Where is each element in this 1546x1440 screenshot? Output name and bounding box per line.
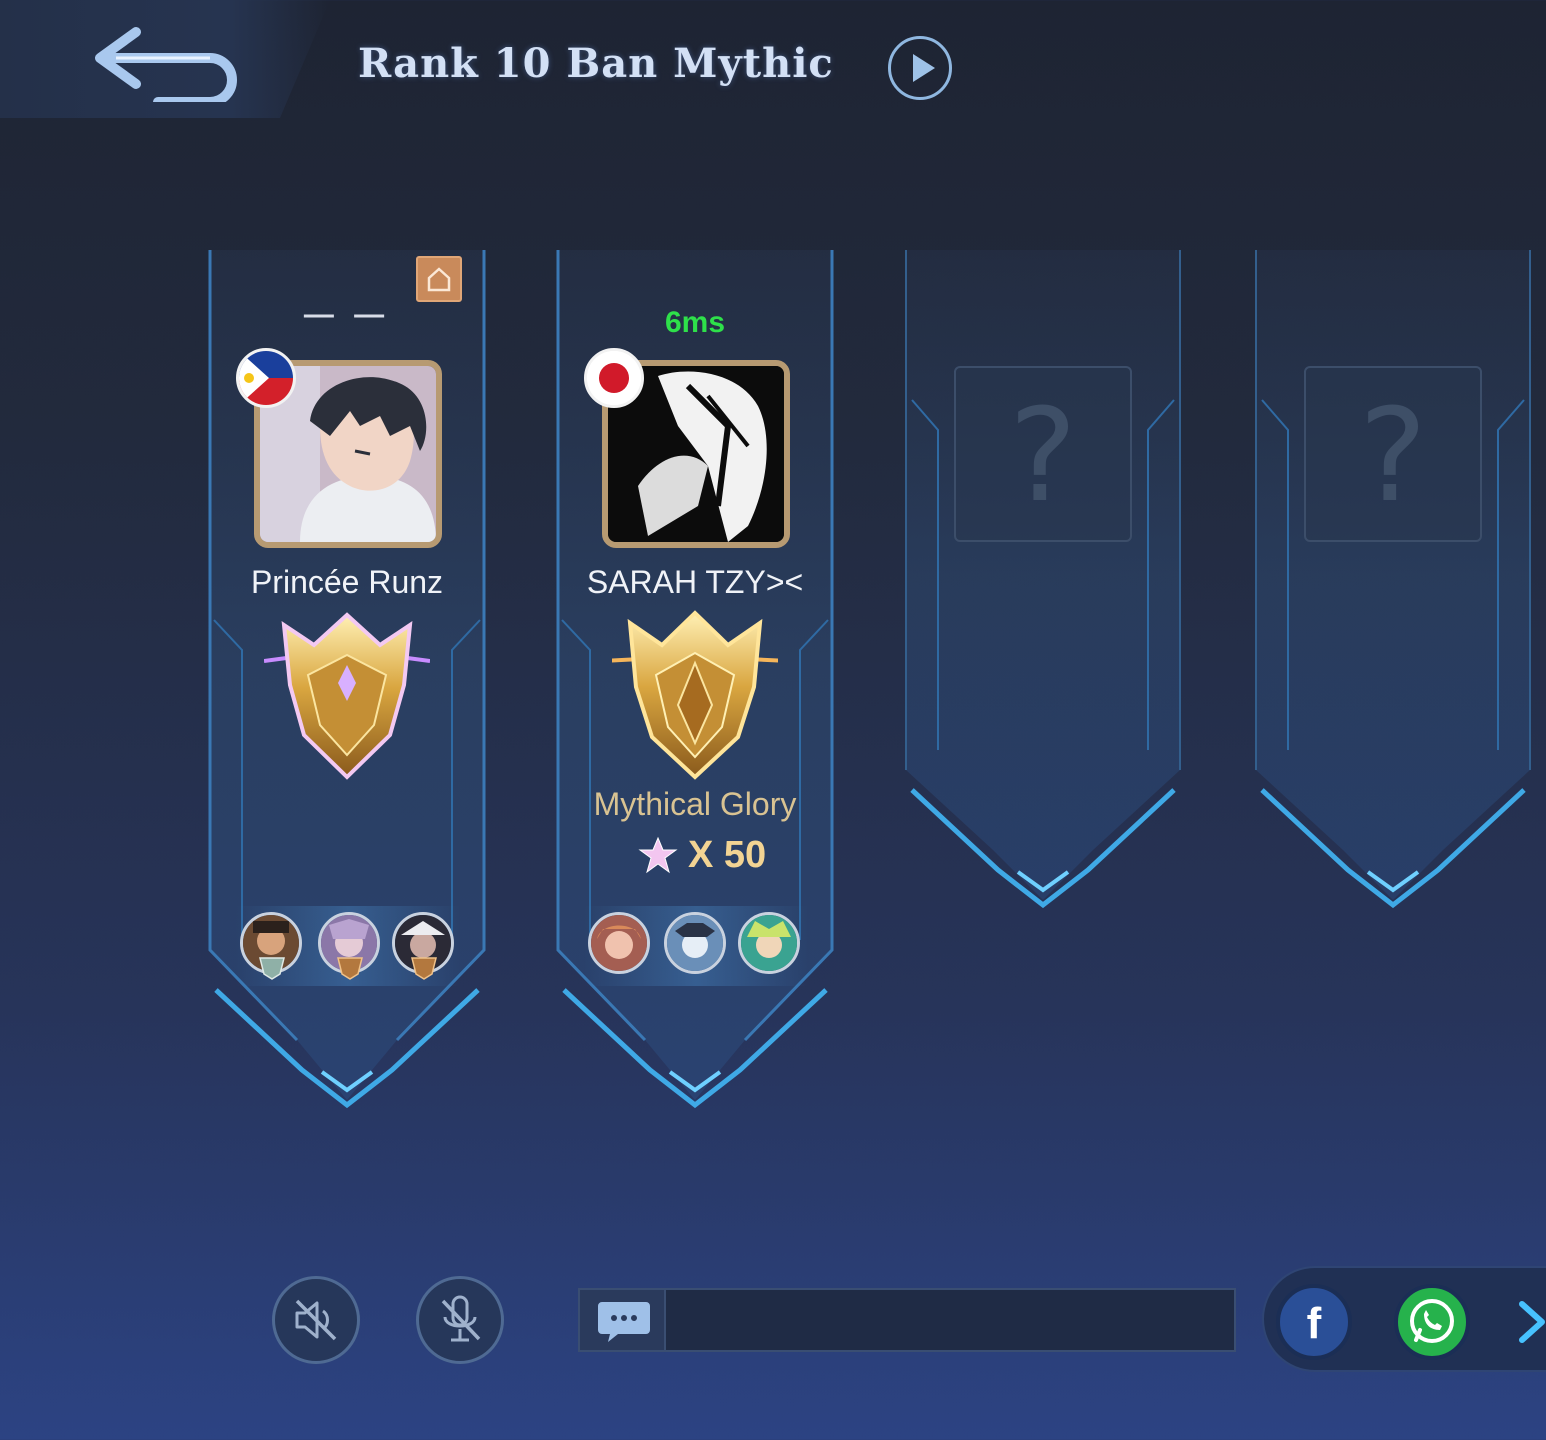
page-title: Rank 10 Ban Mythic: [358, 40, 834, 87]
ping-value: — —: [303, 298, 391, 331]
japan-flag-icon: [587, 351, 641, 405]
player-name: SARAH TZY><: [586, 564, 804, 600]
hero-medal-icon: [259, 957, 285, 980]
mic-muted-icon: [441, 1295, 481, 1342]
hero-medal-icon: [337, 957, 363, 980]
home-badge: [416, 256, 462, 302]
back-arrow-icon: [95, 27, 237, 102]
player-name: Princée Runz: [250, 564, 444, 600]
empty-player-slot[interactable]: ?: [1304, 366, 1482, 542]
chat-bar[interactable]: [578, 1288, 1236, 1352]
whatsapp-icon: [1410, 1299, 1454, 1343]
facebook-icon: f: [1307, 1299, 1322, 1348]
hero-icon[interactable]: [588, 912, 650, 974]
country-flag-japan: [584, 348, 644, 408]
country-flag-philippines: [236, 348, 296, 408]
chevron-right-icon[interactable]: [1514, 1300, 1546, 1344]
hero-medal-icon: [411, 957, 437, 980]
hero-icon[interactable]: [664, 912, 726, 974]
chat-button[interactable]: [580, 1290, 666, 1350]
player-card-2[interactable]: 6ms SARAH TZY>< Mythical Glory X 50: [550, 250, 840, 1120]
speaker-muted-icon: [295, 1299, 337, 1341]
home-icon: [427, 267, 451, 292]
chat-input[interactable]: [668, 1290, 1234, 1350]
star-icon: [638, 836, 678, 874]
play-icon: [913, 54, 935, 82]
ping-value: 6ms: [664, 306, 726, 339]
empty-slot-card-1[interactable]: ?: [898, 250, 1188, 1120]
microphone-toggle-button[interactable]: [416, 1276, 504, 1364]
chat-bubble-icon: [598, 1302, 650, 1342]
mythic-rank-emblem-icon: [264, 612, 430, 780]
share-panel: f: [1262, 1266, 1546, 1372]
question-mark-icon: ?: [1359, 382, 1427, 531]
speaker-toggle-button[interactable]: [272, 1276, 360, 1364]
rank-stars: X 50: [638, 832, 766, 878]
empty-player-slot[interactable]: ?: [954, 366, 1132, 542]
rank-name: Mythical Glory: [593, 786, 797, 822]
share-whatsapp-button[interactable]: [1394, 1284, 1470, 1360]
player-card-1[interactable]: — — Princée Runz: [202, 250, 492, 1120]
hero-list: [236, 906, 460, 986]
star-count: X 50: [688, 833, 767, 876]
hero-list: [584, 906, 808, 986]
share-facebook-button[interactable]: f: [1276, 1284, 1352, 1360]
facebook-letter: f: [1307, 1299, 1322, 1348]
empty-slot-card-2[interactable]: ?: [1248, 250, 1538, 1120]
mythical-glory-emblem-icon: [612, 610, 778, 780]
hero-icon[interactable]: [738, 912, 800, 974]
back-button[interactable]: [0, 0, 330, 118]
question-mark-icon: ?: [1009, 382, 1077, 531]
play-button[interactable]: [888, 36, 952, 100]
philippines-flag-icon: [239, 351, 293, 405]
